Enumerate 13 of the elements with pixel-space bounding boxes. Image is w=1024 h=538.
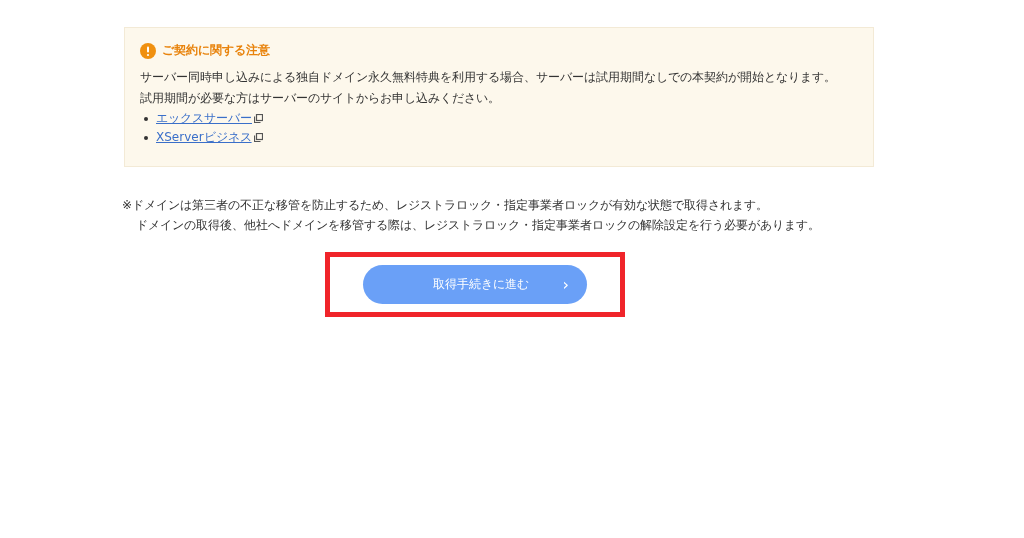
footnote-text: ドメインの取得後、他社へドメインを移管する際は、レジストラロック・指定事業者ロックの解除設定を行う必要があります。: [135, 217, 821, 234]
warning-icon: [140, 42, 156, 59]
bullet-icon: [144, 135, 148, 140]
external-link-icon: [253, 133, 263, 142]
bullet-icon: [144, 116, 148, 121]
external-link[interactable]: XServerビジネス: [156, 129, 252, 146]
proceed-button[interactable]: 取得手続きに進む ›: [363, 265, 587, 304]
footnote-text: ※ドメインは第三者の不正な移管を防止するため、レジストラロック・指定事業者ロックが有効な状態で取得されます。: [122, 197, 770, 214]
notice-text: サーバー同時申し込みによる独自ドメイン永久無料特典を利用する場合、サーバーは試用期間なしでの本契約が開始となります。: [140, 69, 837, 86]
external-link-icon: [254, 114, 263, 123]
notice-text: 試用期間が必要な方はサーバーのサイトからお申し込みください。: [140, 90, 501, 107]
notice-title: ご契約に関する注意: [162, 42, 270, 59]
external-link[interactable]: エックスサーバー: [156, 110, 252, 127]
